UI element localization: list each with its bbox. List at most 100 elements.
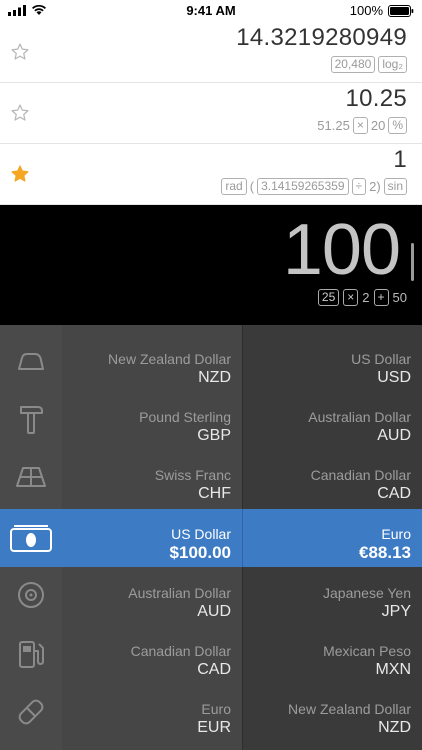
history-row[interactable]: 14.3219280949 20,480 log₂ [0,22,422,83]
conversion-row[interactable]: Pound Sterling GBP Australian Dollar AUD [62,392,422,450]
display-value: 100 [282,210,401,290]
to-amount[interactable]: Euro €88.13 [242,509,422,567]
from-amount[interactable]: US Dollar $100.00 [62,509,242,567]
to-currency-amount: €88.13 [359,543,411,562]
history-row[interactable]: 1 rad(3.14159265359 ÷ 2) sin [0,144,422,205]
to-unit[interactable]: Mexican Peso MXN [242,626,422,684]
expression-text: 50 [392,290,407,305]
to-unit-code: AUD [377,427,411,444]
star-icon[interactable] [10,164,30,184]
from-unit-code: CAD [197,661,231,678]
history-result: 14.3219280949 [236,24,407,51]
to-unit[interactable]: Australian Dollar AUD [242,392,422,450]
star-icon[interactable] [10,42,30,62]
expression-chip: rad [221,178,247,195]
expression-chip: sin [383,178,407,195]
expression-text: 51.25 [317,118,350,133]
from-unit-name: Australian Dollar [128,585,231,601]
category-weight[interactable] [0,332,62,390]
to-unit-name: New Zealand Dollar [288,701,411,717]
from-unit-name: Euro [201,701,231,717]
conversion-row[interactable]: Swiss Franc CHF Canadian Dollar CAD [62,450,422,508]
to-unit-code: MXN [375,661,411,678]
history-row[interactable]: 10.25 51.25 × 20% [0,83,422,144]
category-currency[interactable] [0,509,62,567]
from-unit-code: NZD [198,369,231,386]
history-expression: 20,480 log₂ [330,56,407,73]
expression-text: ( [249,179,255,194]
display-expression: 25 × 2 +50 [317,289,407,306]
from-unit[interactable]: Euro EUR [62,684,242,742]
from-unit-name: Swiss Franc [154,467,231,483]
pill-icon [18,699,44,725]
from-unit-code: EUR [197,719,231,736]
from-unit[interactable]: Canadian Dollar CAD [62,626,242,684]
expression-chip: ÷ [351,178,367,195]
from-unit-code: CHF [198,485,231,502]
from-unit-code: AUD [197,603,231,620]
weight-icon [18,353,44,370]
category-fuel[interactable] [0,625,62,683]
from-unit-name: Canadian Dollar [130,643,231,659]
expression-chip: % [388,117,407,134]
expression-chip: × [352,117,368,134]
expression-text: 2 [362,290,370,305]
history-result: 10.25 [345,85,407,112]
status-bar: 9:41 AM 100% [0,0,422,22]
disc-icon [18,582,44,608]
category-area[interactable] [0,448,62,506]
to-unit-name: Mexican Peso [323,643,411,659]
fuel-icon [19,641,44,668]
conversion-row[interactable]: Euro EUR New Zealand Dollar NZD [62,684,422,742]
star-icon[interactable] [10,103,30,123]
to-unit-name: Australian Dollar [308,409,411,425]
expression-chip: 20,480 [330,56,376,73]
from-unit[interactable]: Swiss Franc CHF [62,450,242,508]
expression-chip: + [373,289,389,306]
expression-chip: log₂ [378,56,407,73]
hammer-icon [20,406,43,434]
to-unit-name: Canadian Dollar [310,467,411,483]
history-result: 1 [393,146,407,173]
to-unit[interactable]: New Zealand Dollar NZD [242,684,422,742]
conversion-row-selected[interactable]: US Dollar $100.00 Euro €88.13 [62,509,422,567]
from-currency-name: US Dollar [171,526,231,542]
area-icon [16,467,46,487]
to-unit[interactable]: Canadian Dollar CAD [242,450,422,508]
expression-chip: 3.14159265359 [257,178,349,195]
to-unit[interactable]: Japanese Yen JPY [242,568,422,626]
to-currency-name: Euro [381,526,411,542]
conversion-row[interactable]: Canadian Dollar CAD Mexican Peso MXN [62,626,422,684]
to-unit-name: Japanese Yen [323,585,411,601]
to-unit-code: USD [377,369,411,386]
conversion-row[interactable]: New Zealand Dollar NZD US Dollar USD [62,334,422,392]
status-battery-group: 100% [350,3,414,18]
expression-chip: 25 [317,289,340,306]
expression-chip: × [343,289,359,306]
from-unit-name: New Zealand Dollar [108,351,231,367]
category-data[interactable] [0,566,62,624]
battery-icon [388,4,414,17]
history-expression: 51.25 × 20% [317,117,407,134]
to-unit[interactable]: US Dollar USD [242,334,422,392]
from-unit[interactable]: New Zealand Dollar NZD [62,334,242,392]
calculator-display[interactable]: 100 25 × 2 +50 [0,205,422,325]
battery-percent: 100% [349,3,383,18]
display-scrollbar[interactable] [411,243,414,281]
from-currency-amount: $100.00 [169,543,231,562]
category-medicine[interactable] [0,683,62,741]
to-unit-code: CAD [377,485,411,502]
category-tools[interactable] [0,390,62,448]
history-expression: rad(3.14159265359 ÷ 2) sin [221,178,407,195]
to-unit-code: JPY [381,603,411,620]
from-unit[interactable]: Australian Dollar AUD [62,568,242,626]
currency-icon [10,525,52,552]
to-unit-name: US Dollar [351,351,411,367]
from-unit-name: Pound Sterling [139,409,231,425]
history-list: 14.3219280949 20,480 log₂ 10.25 51.25 × 20%… [0,22,422,205]
from-unit-code: GBP [197,427,231,444]
expression-text: 20 [370,118,386,133]
expression-text: 2) [369,179,381,194]
conversion-row[interactable]: Australian Dollar AUD Japanese Yen JPY [62,568,422,626]
from-unit[interactable]: Pound Sterling GBP [62,392,242,450]
